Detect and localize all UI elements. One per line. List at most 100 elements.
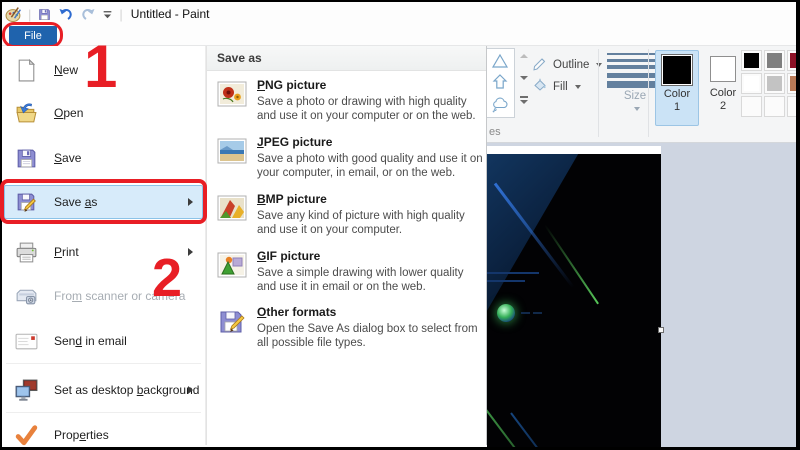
save-as-submenu-panel: Save as PNG picture Save a photo or draw… bbox=[206, 46, 487, 445]
palette-swatch-empty[interactable] bbox=[741, 96, 762, 117]
shapes-group-label: es bbox=[489, 126, 501, 138]
save-floppy-icon bbox=[14, 146, 39, 171]
color1-swatch bbox=[661, 54, 693, 86]
color2-swatch bbox=[710, 56, 736, 82]
ribbon: Outline Fill es Size Color 1 Color 2 bbox=[487, 46, 796, 143]
color2-number: 2 bbox=[719, 100, 727, 112]
divider: | bbox=[28, 6, 32, 22]
palette-swatch-empty[interactable] bbox=[787, 96, 796, 117]
submenu-item-jpeg[interactable]: JPEG picture Save a photo with good qual… bbox=[207, 133, 486, 190]
fill-button[interactable]: Fill bbox=[532, 77, 581, 96]
menu-item-label: Open bbox=[54, 106, 84, 120]
submenu-item-description: Save any kind of picture with high quali… bbox=[257, 210, 465, 236]
more-shapes-icon[interactable] bbox=[520, 96, 528, 104]
menu-item-open[interactable]: Open bbox=[8, 97, 201, 129]
palette-swatch[interactable] bbox=[787, 50, 796, 71]
undo-button[interactable] bbox=[58, 6, 74, 22]
menu-item-label: Print bbox=[54, 245, 79, 259]
annotation-step-1: 1 bbox=[84, 33, 117, 100]
menu-item-label: Save bbox=[54, 151, 82, 165]
workspace bbox=[487, 143, 796, 447]
outline-button[interactable]: Outline bbox=[532, 55, 603, 74]
submenu-item-bmp[interactable]: BMP picture Save any kind of picture wit… bbox=[207, 190, 486, 247]
divider bbox=[648, 49, 649, 137]
palette-swatch[interactable] bbox=[741, 73, 762, 94]
pencil-icon bbox=[532, 55, 548, 74]
palette-swatch[interactable] bbox=[741, 50, 762, 71]
up-arrow-shape-icon[interactable] bbox=[491, 73, 509, 91]
chevron-down-icon bbox=[634, 107, 640, 111]
outline-label: Outline bbox=[553, 58, 590, 71]
paint-logo-icon bbox=[5, 6, 22, 23]
divider bbox=[6, 412, 201, 413]
menu-item-label: Set as desktop background bbox=[54, 383, 200, 397]
submenu-item-gif[interactable]: GIF picture Save a simple drawing with l… bbox=[207, 247, 486, 304]
shapes-gallery[interactable] bbox=[487, 48, 515, 118]
menu-item-label: New bbox=[54, 63, 79, 77]
fill-bucket-icon bbox=[532, 77, 548, 96]
divider: | bbox=[119, 6, 123, 22]
new-document-icon bbox=[14, 58, 39, 83]
email-envelope-icon bbox=[14, 329, 39, 354]
scroll-down-icon[interactable] bbox=[520, 76, 528, 80]
redo-button[interactable] bbox=[80, 6, 96, 22]
quick-access-toolbar: | | Untitled - Paint bbox=[5, 4, 209, 24]
color-palette bbox=[741, 50, 796, 117]
chevron-down-icon bbox=[574, 84, 581, 89]
menu-item-set-as-desktop-background[interactable]: Set as desktop background bbox=[8, 374, 201, 406]
checkmark-icon bbox=[14, 423, 39, 448]
fill-label: Fill bbox=[553, 80, 568, 93]
divider bbox=[598, 49, 599, 137]
bmp-picture-icon bbox=[217, 193, 247, 223]
canvas-image bbox=[487, 154, 661, 447]
canvas-resize-handle[interactable] bbox=[658, 327, 664, 333]
open-folder-icon bbox=[14, 101, 39, 126]
submenu-item-title: Other formats bbox=[257, 305, 337, 319]
submenu-item-title: BMP picture bbox=[257, 192, 327, 206]
canvas[interactable] bbox=[487, 146, 661, 447]
color1-label: Color bbox=[663, 88, 691, 100]
submenu-item-description: Open the Save As dialog box to select fr… bbox=[257, 323, 478, 349]
scroll-up-icon[interactable] bbox=[520, 54, 528, 58]
submenu-item-description: Save a simple drawing with lower quality… bbox=[257, 267, 464, 293]
menu-item-label: Send in email bbox=[54, 334, 127, 348]
window-title: Untitled - Paint bbox=[130, 7, 210, 21]
submenu-header: Save as bbox=[207, 46, 486, 71]
shapes-gallery-scroll[interactable] bbox=[518, 50, 530, 104]
menu-item-properties[interactable]: Properties bbox=[8, 419, 201, 450]
triangle-shape-icon[interactable] bbox=[491, 52, 509, 70]
customize-toolbar-dropdown-icon[interactable] bbox=[102, 9, 113, 20]
save-button[interactable] bbox=[37, 7, 52, 22]
thought-bubble-shape-icon[interactable] bbox=[491, 95, 509, 113]
color2-label: Color bbox=[709, 87, 737, 99]
color1-number: 1 bbox=[673, 101, 681, 113]
color2-button[interactable]: Color 2 bbox=[703, 50, 743, 126]
submenu-item-title: PNG picture bbox=[257, 78, 327, 92]
menu-item-save[interactable]: Save bbox=[8, 142, 201, 174]
scanner-camera-icon bbox=[14, 284, 39, 309]
palette-swatch[interactable] bbox=[764, 73, 785, 94]
printer-icon bbox=[14, 240, 39, 265]
desktop-monitors-icon bbox=[14, 378, 39, 403]
paint-window: | | Untitled - Paint File Outline Fill e… bbox=[0, 0, 800, 450]
other-formats-icon bbox=[217, 306, 247, 336]
gif-picture-icon bbox=[217, 250, 247, 280]
palette-swatch[interactable] bbox=[787, 73, 796, 94]
submenu-arrow-icon bbox=[188, 386, 193, 394]
submenu-arrow-icon bbox=[188, 248, 193, 256]
submenu-item-title: JPEG picture bbox=[257, 135, 333, 149]
file-menu-panel: New Open Save Save as Print From scanner… bbox=[0, 46, 207, 445]
palette-swatch-empty[interactable] bbox=[764, 96, 785, 117]
glowing-orb bbox=[497, 304, 515, 322]
png-picture-icon bbox=[217, 79, 247, 109]
menu-item-send-in-email[interactable]: Send in email bbox=[8, 325, 201, 357]
divider bbox=[6, 363, 201, 364]
submenu-item-description: Save a photo with good quality and use i… bbox=[257, 153, 483, 179]
color1-button[interactable]: Color 1 bbox=[655, 50, 699, 126]
submenu-item-other-formats[interactable]: Other formats Open the Save As dialog bo… bbox=[207, 303, 486, 360]
annotation-rect-save-as bbox=[0, 179, 207, 224]
palette-swatch[interactable] bbox=[764, 50, 785, 71]
submenu-item-png[interactable]: PNG picture Save a photo or drawing with… bbox=[207, 76, 486, 133]
jpeg-picture-icon bbox=[217, 136, 247, 166]
submenu-item-description: Save a photo or drawing with high qualit… bbox=[257, 96, 476, 122]
